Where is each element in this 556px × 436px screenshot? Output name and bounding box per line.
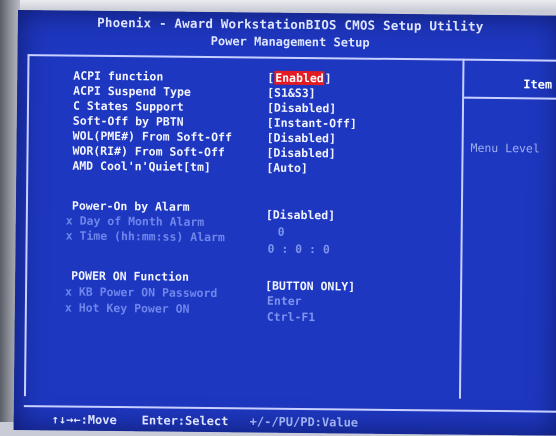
power-on-function-label: POWER ON Function [71, 268, 189, 284]
page-title: Power Management Setup [210, 34, 370, 50]
c-states-support-label: C States Support [72, 98, 184, 114]
item-help-title: Item [523, 77, 553, 92]
wol-pme-label: WOL(PME#) From Soft-Off [72, 128, 233, 145]
time-alarm-label: x Time (hh:mm:ss) Alarm [65, 228, 225, 245]
hot-key-power-on-value: Ctrl-F1 [266, 309, 316, 325]
day-of-month-alarm-value: 0 [277, 224, 285, 239]
wol-pme-value[interactable]: [Disabled] [267, 131, 336, 146]
menu-level-text: Menu Level [470, 140, 540, 156]
wor-ri-label: WOR(RI#) From Soft-Off [72, 143, 225, 160]
kb-power-on-password-value: Enter [266, 293, 302, 308]
acpi-suspend-type-label: ACPI Suspend Type [73, 83, 191, 99]
soft-off-by-pbtn-value[interactable]: [Instant-Off] [267, 116, 357, 131]
acpi-function-label: ACPI function [73, 68, 164, 84]
bios-screen: Phoenix - Award WorkstationBIOS CMOS Set… [13, 10, 556, 436]
day-of-month-alarm-label: x Day of Month Alarm [65, 213, 205, 229]
utility-title: Phoenix - Award WorkstationBIOS CMOS Set… [97, 14, 484, 34]
time-alarm-value: 0 : 0 : 0 [267, 241, 330, 257]
wor-ri-value[interactable]: [Disabled] [266, 146, 335, 161]
move-key-hint: ↑↓→←:Move [51, 412, 117, 428]
select-key-hint: Enter:Select [141, 413, 229, 429]
cool-n-quiet-value[interactable]: [Auto] [266, 161, 308, 175]
power-on-by-alarm-value[interactable]: [Disabled] [266, 208, 335, 223]
acpi-suspend-type-value[interactable]: [S1&S3] [267, 86, 316, 101]
cool-n-quiet-label: AMD Cool'n'Quiet[tm] [72, 158, 211, 175]
power-on-function-value[interactable]: [BUTTON ONLY] [265, 279, 355, 294]
title-bar: Phoenix - Award WorkstationBIOS CMOS Set… [18, 10, 556, 56]
kb-power-on-password-label: x KB Power ON Password [64, 284, 218, 301]
bracket-close: ] [324, 71, 332, 86]
soft-off-by-pbtn-label: Soft-Off by PBTN [72, 113, 184, 129]
acpi-function-value[interactable]: [Enabled] [267, 71, 331, 86]
power-on-by-alarm-label: Power-On by Alarm [71, 198, 190, 214]
c-states-support-value[interactable]: [Disabled] [267, 101, 336, 116]
key-help-bar: ↑↓→←:Move Enter:Select +/-/PU/PD:Value [23, 405, 556, 436]
selected-value-highlight: Enabled [274, 70, 325, 86]
hot-key-power-on-label: x Hot Key Power ON [64, 300, 190, 316]
value-key-hint: +/-/PU/PD:Value [249, 414, 359, 430]
